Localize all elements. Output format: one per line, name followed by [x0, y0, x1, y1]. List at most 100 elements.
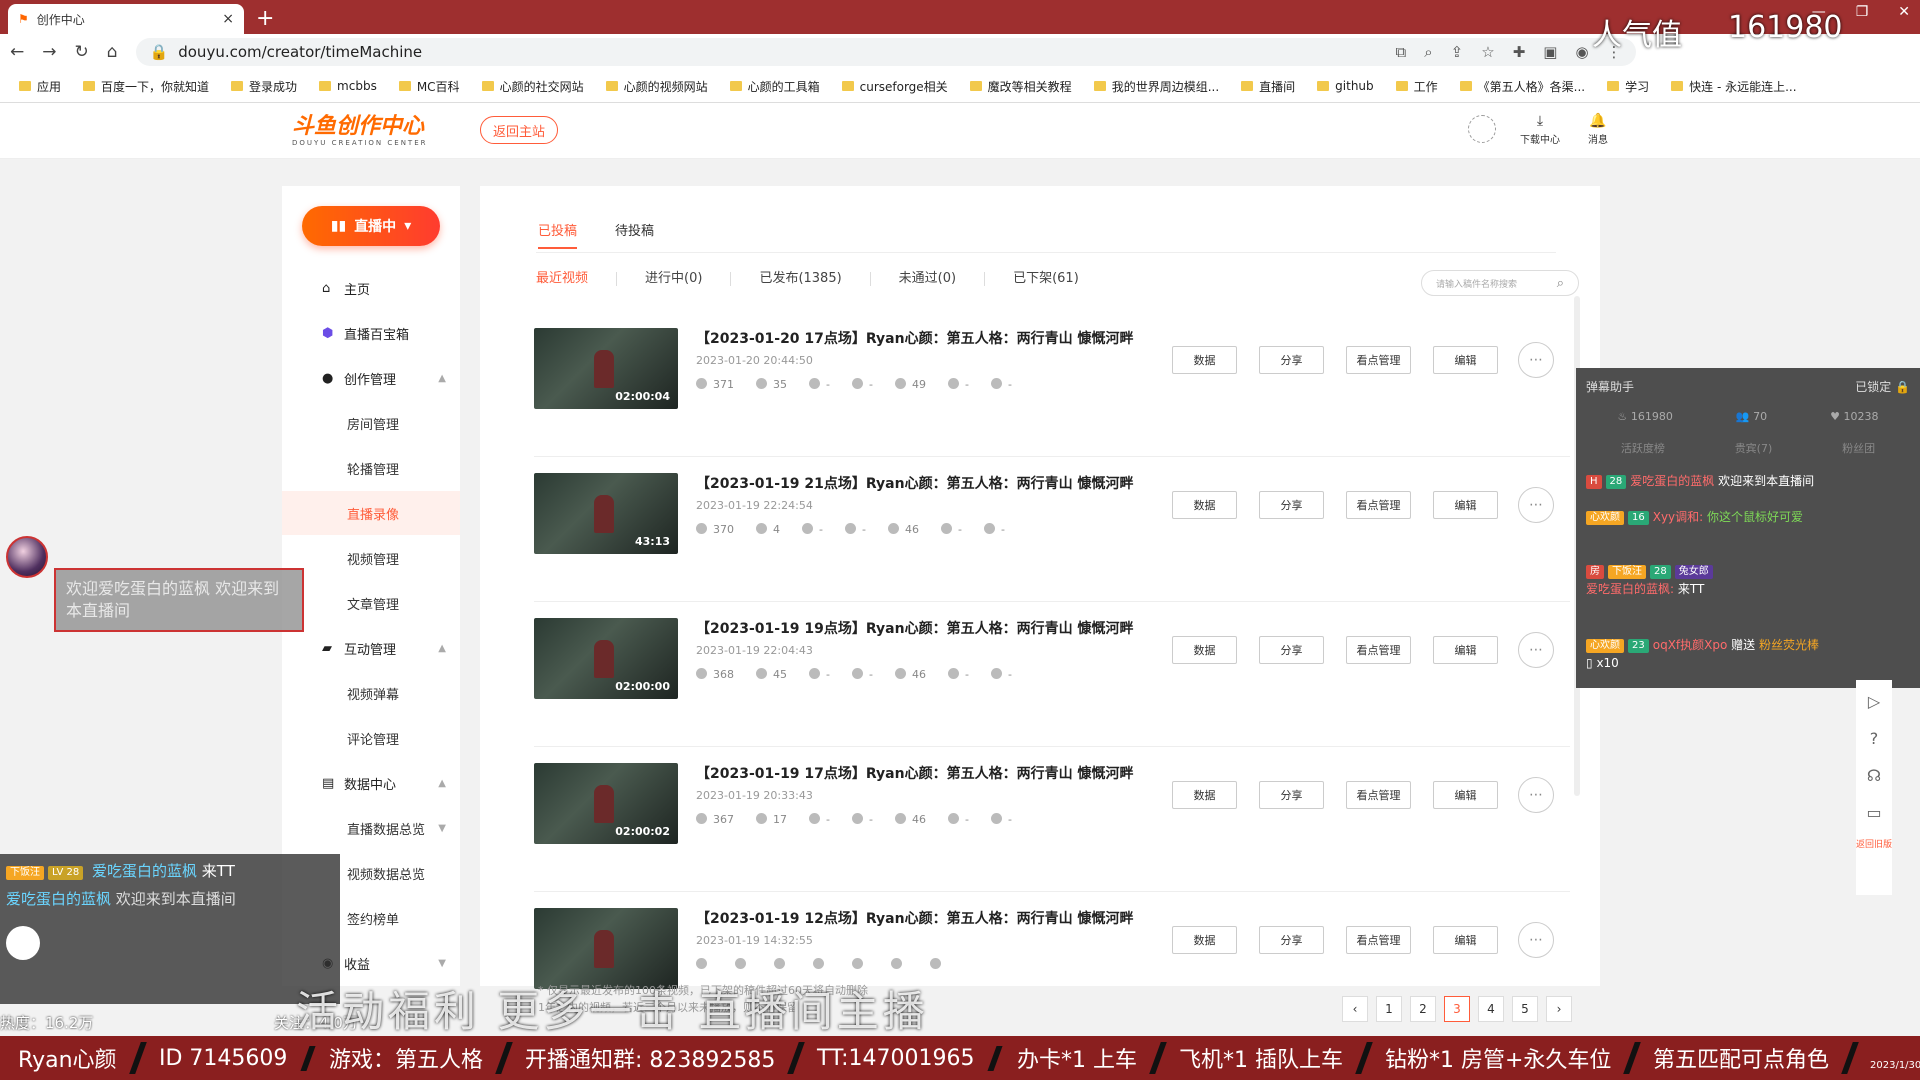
video-thumbnail[interactable]: 43:13	[534, 473, 678, 554]
profile-icon[interactable]: ◉	[1575, 43, 1588, 61]
live-status-button[interactable]: ▮▮ 直播中 ▾	[302, 206, 440, 246]
video-title[interactable]: 【2023-01-19 21点场】Ryan心颜：第五人格：两行青山 慷慨河畔	[696, 473, 1133, 493]
share-button[interactable]: 分享	[1259, 491, 1324, 519]
tab-submitted[interactable]: 已投稿	[538, 220, 578, 249]
back-icon[interactable]: ←	[10, 42, 24, 62]
home-icon[interactable]: ⌂	[107, 42, 118, 62]
address-bar[interactable]: 🔒 douyu.com/creator/timeMachine ⧉ ⌕ ⇪ ☆ …	[135, 38, 1636, 66]
next-page-icon[interactable]: ›	[1546, 996, 1572, 1022]
forward-icon[interactable]: →	[42, 42, 56, 62]
more-icon[interactable]: ⋯	[1518, 632, 1554, 668]
user-name[interactable]: Xyy调和:	[1653, 510, 1703, 524]
video-thumbnail[interactable]	[534, 908, 678, 989]
edit-button[interactable]: 编辑	[1433, 926, 1498, 954]
extensions-icon[interactable]: ✚	[1513, 43, 1526, 61]
data-button[interactable]: 数据	[1172, 781, 1237, 809]
message-button[interactable]: 🔔 消息	[1588, 113, 1608, 146]
video-title[interactable]: 【2023-01-19 17点场】Ryan心颜：第五人格：两行青山 慷慨河畔	[696, 763, 1133, 783]
video-title[interactable]: 【2023-01-19 19点场】Ryan心颜：第五人格：两行青山 慷慨河畔	[696, 618, 1133, 638]
tab-vip[interactable]: 贵宾(7)	[1735, 440, 1773, 456]
edit-button[interactable]: 编辑	[1433, 636, 1498, 664]
user-name[interactable]: 爱吃蛋白的蓝枫:	[1586, 582, 1674, 596]
data-button[interactable]: 数据	[1172, 346, 1237, 374]
user-name[interactable]: oqXf执颜Xpo	[1653, 638, 1728, 652]
data-button[interactable]: 数据	[1172, 636, 1237, 664]
prev-page-icon[interactable]: ‹	[1342, 996, 1368, 1022]
sidebar-item-create[interactable]: ● 创作管理 ▲	[282, 356, 460, 400]
highlights-button[interactable]: 看点管理	[1346, 781, 1411, 809]
sidepanel-icon[interactable]: ▣	[1543, 43, 1557, 61]
filter-recent[interactable]: 最近视频	[536, 272, 618, 286]
bookmark-item[interactable]: 登录成功	[222, 78, 306, 95]
reload-icon[interactable]: ↻	[75, 42, 89, 62]
bookmark-item[interactable]: mcbbs	[310, 79, 386, 93]
share-button[interactable]: 分享	[1259, 636, 1324, 664]
bookmark-item[interactable]: 我的世界周边模组...	[1085, 78, 1228, 95]
video-thumbnail[interactable]: 02:00:00	[534, 618, 678, 699]
share-button[interactable]: 分享	[1259, 781, 1324, 809]
filter-rejected[interactable]: 未通过(0)	[871, 272, 986, 286]
zoom-icon[interactable]: ⌕	[1424, 43, 1432, 61]
site-logo[interactable]: 斗鱼创作中心 DOUYU CREATION CENTER	[292, 116, 428, 147]
translate-icon[interactable]: ⧉	[1396, 43, 1407, 61]
bookmark-item[interactable]: 心颜的工具箱	[721, 78, 829, 95]
page-button[interactable]: 5	[1512, 996, 1538, 1022]
sidebar-item-live-data[interactable]: 直播数据总览 ▼	[282, 806, 460, 850]
sidebar-item-home[interactable]: ⌂ 主页	[282, 266, 460, 310]
bookmark-item[interactable]: github	[1308, 79, 1382, 93]
sidebar-item-video[interactable]: 视频管理	[282, 536, 460, 580]
sidebar-item-data-center[interactable]: ▤ 数据中心 ▲	[282, 761, 460, 805]
more-icon[interactable]: ⋯	[1518, 922, 1554, 958]
headset-icon[interactable]: ☊	[1867, 766, 1881, 785]
sidebar-item-treasure[interactable]: ⬢ 直播百宝箱	[282, 311, 460, 355]
new-tab-icon[interactable]: +	[256, 6, 274, 31]
sidebar-item-interact[interactable]: ▰ 互动管理 ▲	[282, 626, 460, 670]
more-icon[interactable]: ⋯	[1518, 777, 1554, 813]
lock-status[interactable]: 已锁定 🔒	[1855, 378, 1910, 395]
search-input[interactable]: 请输入稿件名称搜索 ⌕	[1421, 270, 1579, 296]
bookmark-item[interactable]: 百度一下，你就知道	[74, 78, 218, 95]
back-to-main-button[interactable]: 返回主站	[480, 116, 558, 144]
page-button[interactable]: 2	[1410, 996, 1436, 1022]
user-name[interactable]: 爱吃蛋白的蓝枫	[1630, 474, 1714, 488]
edit-button[interactable]: 编辑	[1433, 346, 1498, 374]
browser-tab[interactable]: ⚑ 创作中心 ×	[8, 4, 244, 34]
data-button[interactable]: 数据	[1172, 491, 1237, 519]
sidebar-item-record[interactable]: 直播录像	[282, 491, 460, 535]
page-button[interactable]: 3	[1444, 996, 1470, 1022]
share-icon[interactable]: ⇪	[1451, 43, 1464, 61]
edit-button[interactable]: 编辑	[1433, 781, 1498, 809]
user-avatar[interactable]	[1468, 115, 1496, 143]
highlights-button[interactable]: 看点管理	[1346, 491, 1411, 519]
tab-fans[interactable]: 粉丝团	[1842, 440, 1875, 456]
close-tab-icon[interactable]: ×	[222, 11, 234, 27]
bookmark-item[interactable]: 应用	[10, 78, 70, 95]
sidebar-item-video-danmaku[interactable]: 视频弹幕	[282, 671, 460, 715]
video-thumbnail[interactable]: 02:00:04	[534, 328, 678, 409]
video-title[interactable]: 【2023-01-19 12点场】Ryan心颜：第五人格：两行青山 慷慨河畔	[696, 908, 1133, 928]
page-button[interactable]: 4	[1478, 996, 1504, 1022]
highlights-button[interactable]: 看点管理	[1346, 346, 1411, 374]
bookmark-item[interactable]: 心颜的社交网站	[473, 78, 593, 95]
edit-button[interactable]: 编辑	[1433, 491, 1498, 519]
bookmark-item[interactable]: curseforge相关	[833, 78, 957, 95]
bookmark-item[interactable]: 《第五人格》各渠...	[1451, 78, 1594, 95]
filter-removed[interactable]: 已下架(61)	[985, 272, 1107, 286]
sidebar-item-article[interactable]: 文章管理	[282, 581, 460, 625]
maximize-icon[interactable]: ❐	[1856, 4, 1869, 20]
return-old-version-button[interactable]: 返回旧版	[1856, 840, 1892, 850]
share-button[interactable]: 分享	[1259, 346, 1324, 374]
star-icon[interactable]: ☆	[1481, 43, 1494, 61]
bookmark-item[interactable]: 心颜的视频网站	[597, 78, 717, 95]
bookmark-item[interactable]: 魔改等相关教程	[961, 78, 1081, 95]
search-icon[interactable]: ⌕	[1557, 276, 1564, 291]
monitor-icon[interactable]: ▭	[1866, 803, 1881, 822]
bookmark-item[interactable]: 工作	[1387, 78, 1447, 95]
tab-activity[interactable]: 活跃度榜	[1621, 440, 1665, 456]
bookmark-item[interactable]: 直播间	[1232, 78, 1304, 95]
more-icon[interactable]: ⋯	[1518, 342, 1554, 378]
sidebar-item-room[interactable]: 房间管理	[282, 401, 460, 445]
highlights-button[interactable]: 看点管理	[1346, 636, 1411, 664]
more-icon[interactable]: ⋯	[1518, 487, 1554, 523]
close-window-icon[interactable]: ✕	[1898, 4, 1910, 20]
